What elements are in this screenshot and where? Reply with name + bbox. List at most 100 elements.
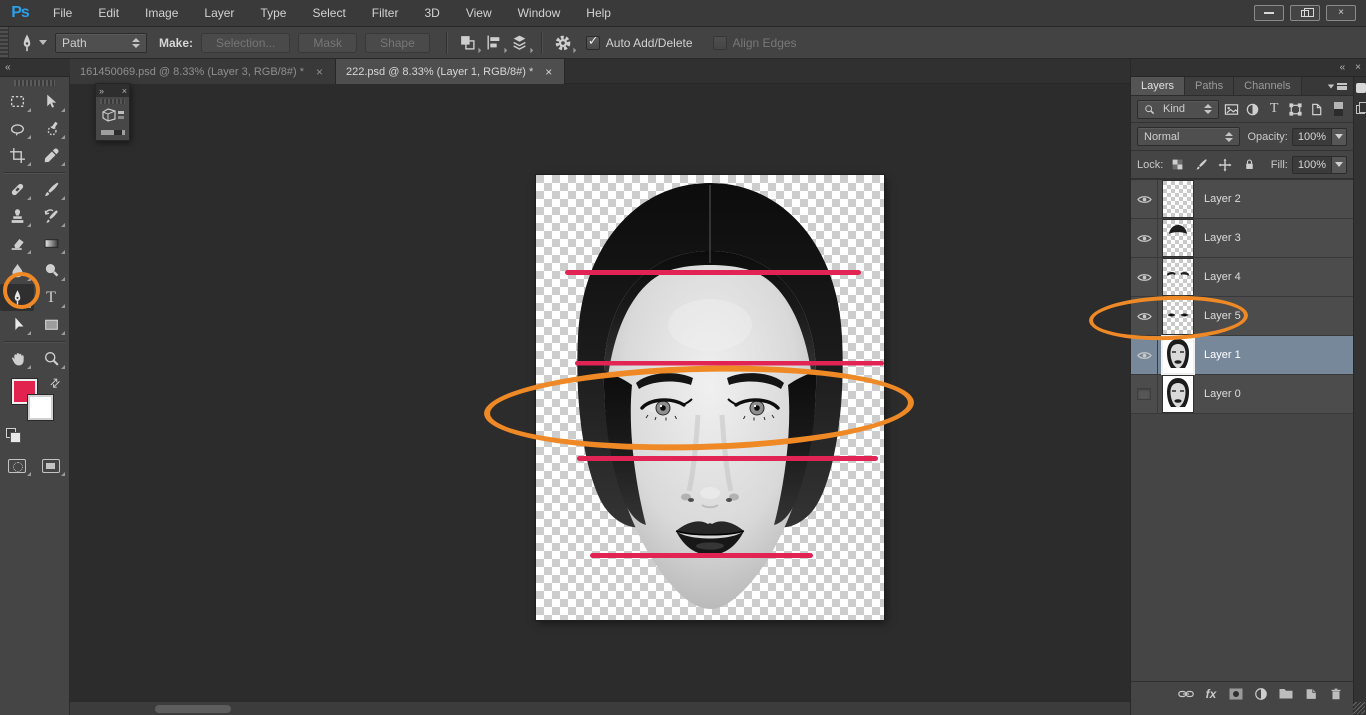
fill-dropdown-button[interactable] (1332, 156, 1347, 174)
collapsed-panel-icon[interactable] (1356, 83, 1366, 93)
lock-position-button[interactable] (1215, 156, 1235, 174)
tool-dodge[interactable] (34, 257, 68, 284)
menu-type[interactable]: Type (247, 0, 299, 27)
add-layer-mask-button[interactable] (1227, 685, 1245, 703)
tool-mode-dropdown[interactable]: Path (55, 33, 147, 53)
visibility-toggle[interactable] (1131, 219, 1158, 258)
tool-clone-stamp[interactable] (0, 203, 34, 230)
tool-eyedropper[interactable] (34, 142, 68, 169)
tab-close-icon[interactable]: × (314, 65, 325, 79)
layer-thumbnail[interactable] (1163, 298, 1193, 334)
minimize-button[interactable] (1254, 5, 1284, 21)
close-button[interactable]: × (1326, 5, 1356, 21)
opacity-control[interactable]: 100% (1292, 128, 1347, 146)
layer-row-layer-5[interactable]: Layer 5 (1131, 297, 1353, 336)
restore-button[interactable] (1290, 5, 1320, 21)
tool-settings-button[interactable] (550, 31, 576, 55)
visibility-toggle[interactable] (1131, 336, 1158, 375)
make-mask-button[interactable]: Mask (298, 33, 357, 53)
tool-rectangle-shape[interactable] (34, 311, 68, 338)
layer-thumbnail[interactable] (1163, 181, 1193, 217)
new-layer-button[interactable] (1302, 685, 1320, 703)
menu-image[interactable]: Image (132, 0, 191, 27)
menu-edit[interactable]: Edit (85, 0, 132, 27)
path-alignment-button[interactable] (481, 31, 507, 55)
menu-select[interactable]: Select (299, 0, 358, 27)
window-resize-grip[interactable] (1353, 702, 1365, 714)
tool-type[interactable]: T (34, 284, 68, 311)
layer-thumbnail[interactable] (1163, 337, 1193, 373)
menu-filter[interactable]: Filter (359, 0, 412, 27)
filter-shape-layers-button[interactable] (1287, 100, 1304, 118)
tool-quick-selection[interactable] (34, 115, 68, 142)
align-edges-checkbox[interactable] (713, 36, 727, 50)
align-edges-option[interactable]: Align Edges (703, 36, 807, 50)
layer-thumbnail[interactable] (1163, 220, 1193, 256)
opacity-dropdown-button[interactable] (1332, 128, 1347, 146)
background-color-swatch[interactable] (28, 395, 53, 420)
tool-pen[interactable] (0, 284, 34, 311)
collapse-dock-icon[interactable]: « (1340, 62, 1346, 73)
tab-paths[interactable]: Paths (1185, 77, 1234, 95)
menu-view[interactable]: View (453, 0, 505, 27)
layer-row-layer-2[interactable]: Layer 2 (1131, 180, 1353, 219)
close-icon[interactable]: × (122, 86, 126, 96)
collapsed-panel-copy-icon[interactable] (1356, 105, 1365, 114)
tool-crop[interactable] (0, 142, 34, 169)
menu-help[interactable]: Help (573, 0, 624, 27)
menu-3d[interactable]: 3D (411, 0, 452, 27)
menu-window[interactable]: Window (505, 0, 574, 27)
tool-lasso[interactable] (0, 115, 34, 142)
options-bar-grip[interactable] (0, 27, 9, 58)
tool-brush[interactable] (34, 176, 68, 203)
tools-panel-header[interactable]: « (0, 59, 70, 77)
visibility-toggle[interactable] (1131, 375, 1158, 414)
document-tab-1[interactable]: 161450069.psd @ 8.33% (Layer 3, RGB/8#) … (70, 59, 336, 84)
lock-all-button[interactable] (1239, 156, 1259, 174)
tools-panel-grip[interactable] (14, 80, 55, 86)
tab-layers[interactable]: Layers (1131, 77, 1185, 95)
lock-pixels-button[interactable] (1191, 156, 1211, 174)
canvas-area[interactable] (70, 84, 1130, 701)
delete-layer-button[interactable] (1327, 685, 1345, 703)
filter-type-layers-button[interactable]: T (1266, 100, 1283, 118)
expand-icon[interactable]: » (99, 86, 103, 96)
visibility-toggle[interactable] (1131, 258, 1158, 297)
layer-row-layer-4[interactable]: Layer 4 (1131, 258, 1353, 297)
filter-pixel-layers-button[interactable] (1223, 100, 1240, 118)
layer-thumbnail[interactable] (1163, 259, 1193, 295)
tool-spot-healing-brush[interactable] (0, 176, 34, 203)
mini-slider-icon[interactable] (100, 129, 126, 136)
swap-colors-icon[interactable]: ⇄ (46, 374, 63, 391)
layer-styles-button[interactable]: fx (1202, 685, 1220, 703)
filter-adjustment-layers-button[interactable] (1244, 100, 1261, 118)
screen-mode-button[interactable] (34, 452, 68, 479)
tool-hand[interactable] (0, 345, 34, 372)
visibility-toggle[interactable] (1131, 297, 1158, 336)
default-colors-icon[interactable] (6, 428, 16, 438)
current-tool-preset[interactable] (9, 33, 55, 53)
opacity-value[interactable]: 100% (1292, 128, 1332, 146)
menu-layer[interactable]: Layer (191, 0, 247, 27)
tool-eraser[interactable] (0, 230, 34, 257)
tool-move[interactable] (34, 88, 68, 115)
tool-rectangular-marquee[interactable] (0, 88, 34, 115)
fill-control[interactable]: 100% (1292, 156, 1347, 174)
tab-channels[interactable]: Channels (1234, 77, 1301, 95)
visibility-toggle[interactable] (1131, 180, 1158, 219)
tab-close-icon[interactable]: × (543, 65, 554, 79)
panel-grip[interactable] (100, 99, 125, 104)
tool-blur[interactable] (0, 257, 34, 284)
path-operations-button[interactable] (455, 31, 481, 55)
path-arrangement-button[interactable] (507, 31, 533, 55)
make-shape-button[interactable]: Shape (365, 33, 430, 53)
tool-history-brush[interactable] (34, 203, 68, 230)
quick-mask-mode-button[interactable] (0, 452, 34, 479)
3d-panel-icon[interactable] (100, 106, 126, 128)
menu-file[interactable]: File (40, 0, 85, 27)
layer-thumbnail[interactable] (1163, 376, 1193, 412)
horizontal-scrollbar[interactable] (70, 701, 1130, 715)
make-selection-button[interactable]: Selection... (201, 33, 290, 53)
auto-add-delete-option[interactable]: Auto Add/Delete (576, 36, 703, 50)
tool-path-selection[interactable] (0, 311, 34, 338)
